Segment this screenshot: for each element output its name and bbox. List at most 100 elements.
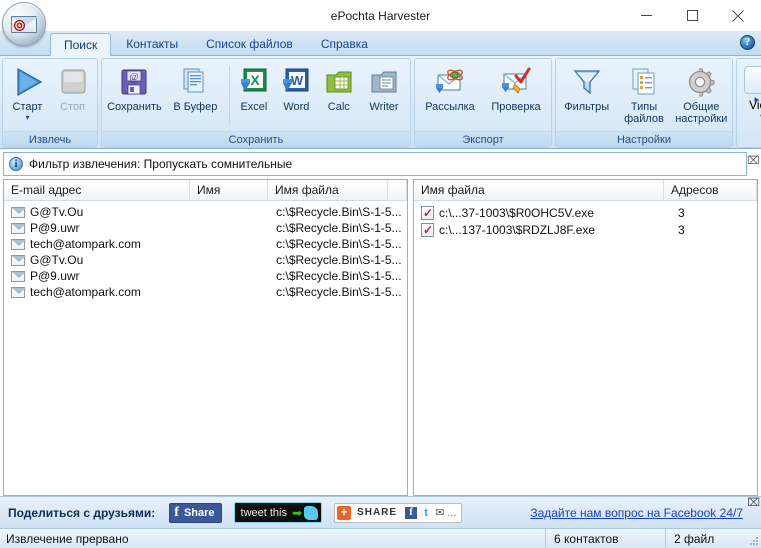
svg-text:X: X [250,72,260,88]
cell-file: c:\...37-1003\$R0OHC5V.exe [439,205,594,220]
table-row[interactable]: ✓ c:\...137-1003\$RDZLJ8F.exe 3 [414,221,757,238]
tab-file-list[interactable]: Список файлов [193,34,306,55]
table-row[interactable]: tech@atompark.com c:\$Recycle.Bin\S-1-5.… [4,284,407,300]
envelope-icon [11,254,26,266]
copy-pages-icon [179,65,211,99]
start-button[interactable]: Старт ▾ [5,62,50,122]
app-logo-orb[interactable] [2,2,46,46]
cell-count: 3 [678,222,685,237]
email-results-pane: E-mail адрес Имя Имя файла G@Tv.Ou c:\$R… [3,179,408,496]
excel-button[interactable]: X Excel [233,62,275,113]
writer-button[interactable]: Writer [360,62,408,113]
share-bar-label: Поделиться с друзьями: [8,505,156,520]
column-header-filename[interactable]: Имя файла [268,180,388,200]
excel-button-label: Excel [240,101,268,113]
window-controls [623,0,761,31]
maximize-button[interactable] [669,0,715,31]
cell-filename: c:\$Recycle.Bin\S-1-5... [276,237,402,251]
ribbon-group-export-label: Экспорт [415,131,551,147]
to-clipboard-button-label: В Буфер [173,101,218,113]
table-row[interactable]: G@Tv.Ou c:\$Recycle.Bin\S-1-5... [4,252,407,268]
check-mark-icon: ✓ [423,222,434,237]
share-bar-close-icon[interactable]: ⌧ [747,498,760,509]
filters-button-label: Фильтры [564,101,610,113]
column-header-addresses[interactable]: Адресов [664,180,757,200]
mini-twitter-icon[interactable]: t [420,506,433,519]
filter-info-bar: i Фильтр извлечения: Пропускать сомнител… [3,152,760,176]
filters-button[interactable]: Фильтры [558,62,615,113]
word-icon: W [280,65,312,99]
table-row[interactable]: G@Tv.Ou c:\$Recycle.Bin\S-1-5... [4,204,407,220]
ribbon-group-extract-items: Старт ▾ Стоп [3,59,97,131]
tab-contacts[interactable]: Контакты [113,34,191,55]
mini-more-icon[interactable]: ... [447,507,456,519]
facebook-f-icon: f [174,504,179,520]
ribbon-toolbar: Старт ▾ Стоп Извлечь @ Сохранить В Буфер… [0,56,761,149]
envelope-icon [11,286,26,298]
help-icon[interactable]: ? [740,35,755,50]
general-settings-button[interactable]: Общие настройки [673,62,730,125]
share-bar: Поделиться с друзьями: f Share tweet thi… [0,496,761,528]
column-header-extra[interactable] [388,180,407,200]
tab-help[interactable]: Справка [308,34,381,55]
column-header-name[interactable]: Имя [190,180,268,200]
addthis-mini-icons: f t ✉ ... [405,506,456,519]
gear-icon [685,65,717,99]
tab-search[interactable]: Поиск [50,33,112,56]
addthis-share-button[interactable]: + SHARE f t ✉ ... [334,502,463,523]
minimize-button[interactable] [623,0,669,31]
main-content: E-mail адрес Имя Имя файла G@Tv.Ou c:\$R… [0,179,761,496]
email-list-body[interactable]: G@Tv.Ou c:\$Recycle.Bin\S-1-5... P@9.uwr… [4,201,407,495]
status-files-count: 2 файл [665,529,747,548]
cell-email: G@Tv.Ou [30,253,84,267]
filter-info-text: Фильтр извлечения: Пропускать сомнительн… [29,157,293,171]
table-row[interactable]: tech@atompark.com c:\$Recycle.Bin\S-1-5.… [4,236,407,252]
save-file-button-label: Сохранить [107,101,162,113]
table-row[interactable]: P@9.uwr c:\$Recycle.Bin\S-1-5... [4,220,407,236]
word-button[interactable]: W Word [275,62,317,113]
ribbon-expand-arrow[interactable]: ▸ [754,94,759,105]
column-header-email[interactable]: E-mail адрес [4,180,190,200]
email-list-header: E-mail адрес Имя Имя файла [4,180,407,201]
file-types-button-label: Типы файлов [624,101,664,125]
filter-info-close-icon[interactable]: ⌧ [747,156,760,167]
mailing-button[interactable]: Рассылка [417,62,483,113]
file-list-body[interactable]: ✓ c:\...37-1003\$R0OHC5V.exe 3 ✓ c:\...1… [414,201,757,495]
ribbon-group-save: @ Сохранить В Буфер X Excel W Word Calc … [101,58,411,148]
stop-square-icon [56,65,90,99]
status-message: Извлечение прервано [6,531,129,546]
view-button[interactable]: View ▾ [739,62,761,121]
table-row[interactable]: ✓ c:\...37-1003\$R0OHC5V.exe 3 [414,204,757,221]
check-mark-icon: ✓ [423,205,434,220]
save-file-button[interactable]: @ Сохранить [104,62,165,113]
calc-icon [323,65,355,99]
mini-mail-icon[interactable]: ✉ [435,506,444,519]
to-clipboard-button[interactable]: В Буфер [165,62,226,113]
cell-file: c:\...137-1003\$RDZLJ8F.exe [439,222,596,237]
cell-filename: c:\$Recycle.Bin\S-1-5... [276,285,402,299]
funnel-icon [571,65,603,99]
word-button-label: Word [283,101,310,113]
calc-button[interactable]: Calc [318,62,360,113]
tab-strip: Поиск Контакты Список файлов Справка ? [0,31,761,56]
table-row[interactable]: P@9.uwr c:\$Recycle.Bin\S-1-5... [4,268,407,284]
resize-grip-icon[interactable] [747,529,761,548]
start-button-label: Старт [12,101,43,113]
start-dropdown-caret[interactable]: ▾ [25,114,29,122]
plus-icon: + [337,505,352,520]
stop-button[interactable]: Стоп [50,62,95,113]
facebook-share-button[interactable]: f Share [169,502,222,523]
tweet-this-button[interactable]: tweet this ➡ [233,502,323,523]
app-window: ePochta Harvester Поиск Контакты Список … [0,0,761,548]
file-results-pane: Имя файла Адресов ✓ c:\...37-1003\$R0OHC… [413,179,758,496]
ask-question-facebook-link[interactable]: Задайте нам вопрос на Facebook 24/7 [530,506,753,520]
verify-button[interactable]: Проверка [483,62,549,113]
column-header-file[interactable]: Имя файла [414,180,664,200]
floppy-at-icon: @ [118,65,150,99]
cell-email: P@9.uwr [30,269,80,283]
twitter-bird-icon [304,505,319,520]
mini-facebook-icon[interactable]: f [405,506,418,519]
close-button[interactable] [715,0,761,31]
mail-check-icon [500,65,532,99]
file-types-button[interactable]: Типы файлов [615,62,672,125]
